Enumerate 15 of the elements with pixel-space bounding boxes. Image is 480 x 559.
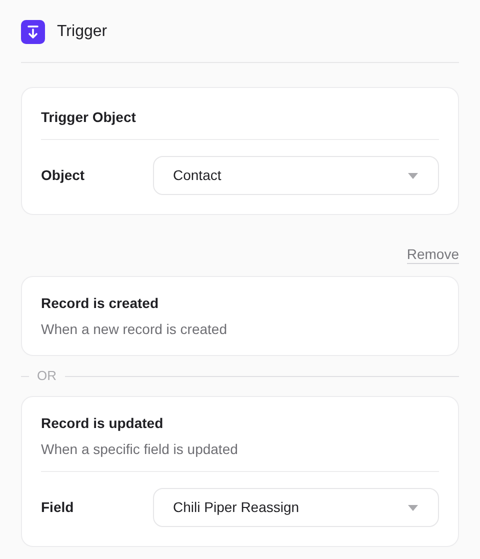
condition-description: When a specific field is updated — [41, 440, 239, 459]
caret-icon — [408, 172, 418, 178]
card-title: Trigger Object — [41, 108, 137, 127]
panel-title: Trigger — [57, 22, 108, 42]
select-dropdown[interactable]: Contact — [153, 156, 439, 195]
remove-link[interactable]: Remove — [406, 245, 459, 264]
condition-title: Record is updated — [41, 414, 164, 433]
field-label: Field — [41, 498, 75, 517]
select-dropdown[interactable]: Chili Piper Reassign — [153, 488, 439, 527]
caret-icon — [408, 504, 418, 510]
or-separator: OR — [36, 367, 58, 386]
condition-description: When a new record is created — [41, 320, 228, 339]
download-icon — [21, 20, 45, 44]
condition-title: Record is created — [41, 294, 160, 313]
field-label: Object — [41, 166, 86, 185]
